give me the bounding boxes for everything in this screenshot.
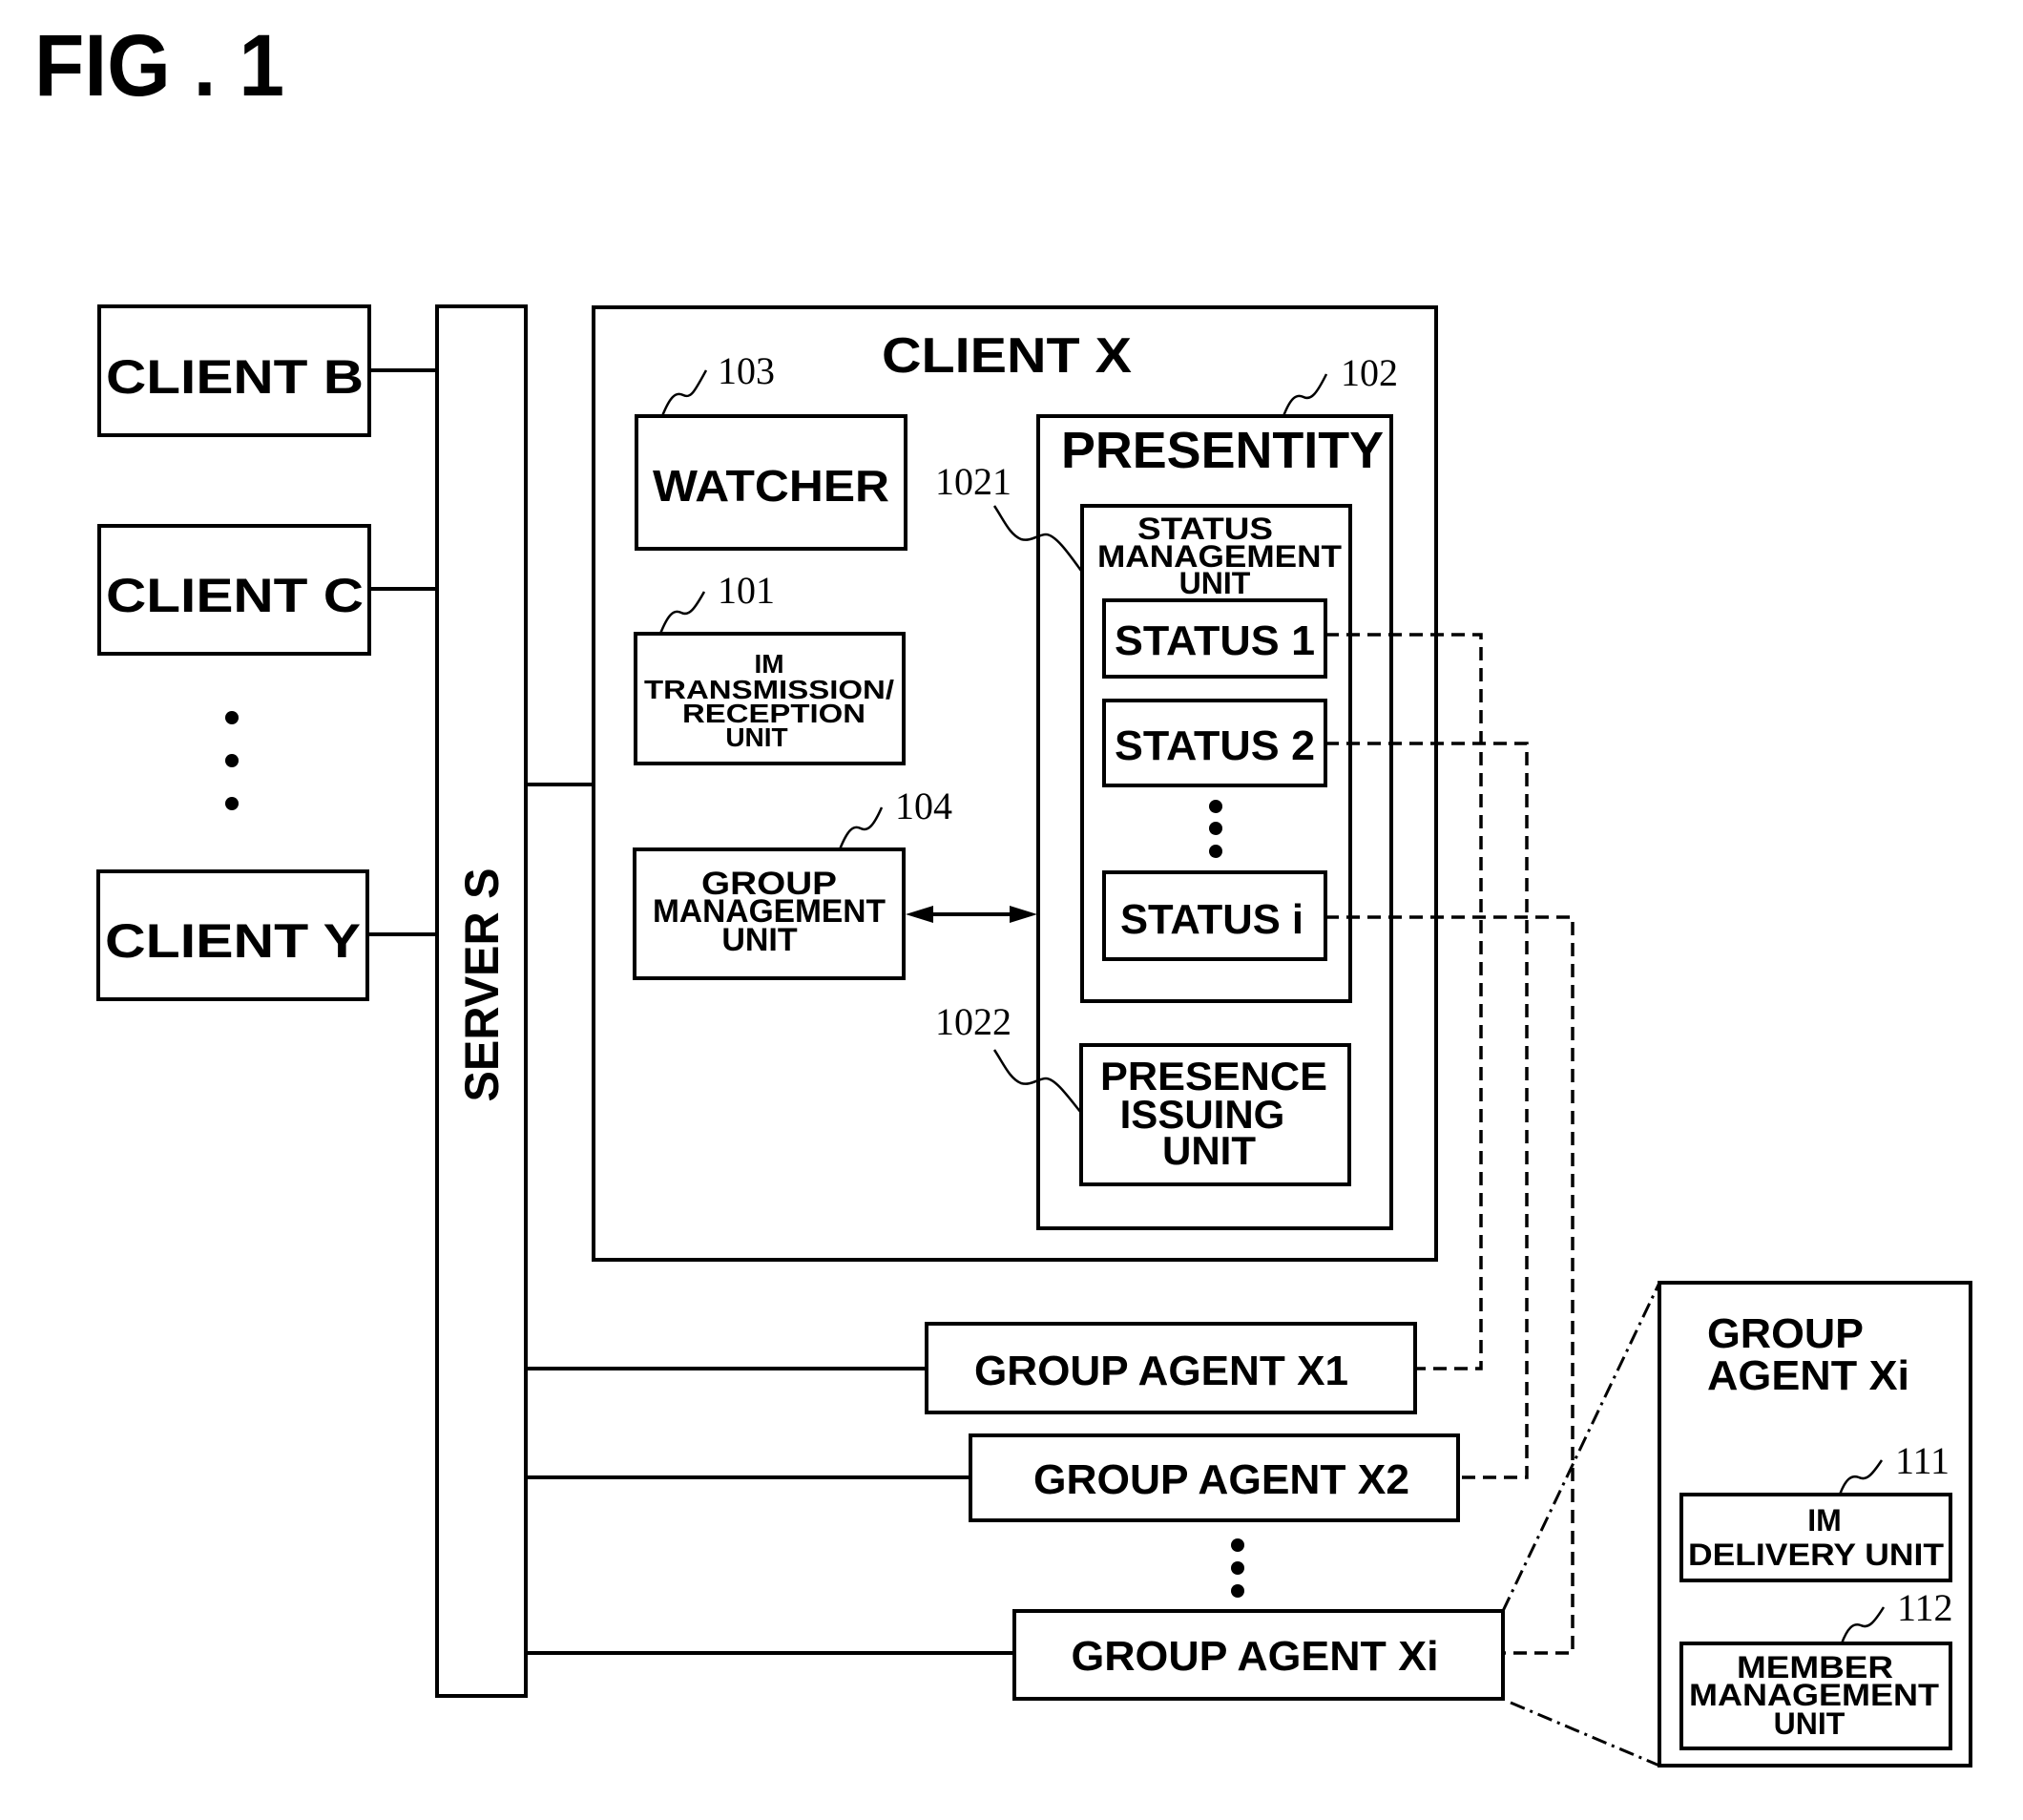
status-1-label: STATUS 1 xyxy=(1115,617,1315,664)
im-delivery-ref-number: 111 xyxy=(1895,1439,1950,1482)
member-management-unit-box: MEMBER MANAGEMENT UNIT xyxy=(1679,1642,1952,1750)
ellipsis-dot xyxy=(225,797,239,810)
im-delivery-line: IM xyxy=(1807,1503,1842,1538)
status-2-label: STATUS 2 xyxy=(1115,722,1315,769)
group-agent-x2-box: GROUP AGENT X2 xyxy=(969,1433,1460,1522)
fig1-diagram: FIG . 1 CLIENT B CLIENT C CLIENT Y SERVE… xyxy=(34,17,1972,1768)
ellipsis-dot xyxy=(1209,845,1222,858)
presentity-label: PRESENTITY xyxy=(1061,422,1384,479)
member-mgmt-ref-number: 112 xyxy=(1897,1586,1953,1629)
presence-issuing-box: PRESENCE ISSUING UNIT xyxy=(1079,1043,1351,1186)
group-agent-xi-label: GROUP AGENT Xi xyxy=(1072,1633,1439,1680)
status-i-label: STATUS i xyxy=(1120,896,1303,943)
client-b-box: CLIENT B xyxy=(97,304,371,437)
client-y-label: CLIENT Y xyxy=(105,914,361,968)
im-unit-ref-number: 101 xyxy=(718,569,775,612)
ellipsis-dot xyxy=(1209,800,1222,813)
presentity-ref-number: 102 xyxy=(1341,351,1398,394)
figure-title: FIG . 1 xyxy=(34,17,284,115)
im-delivery-unit-box: IM DELIVERY UNIT xyxy=(1679,1493,1952,1582)
detail-title-line: AGENT Xi xyxy=(1707,1352,1909,1399)
status-mgmt-ref-number: 1021 xyxy=(935,460,1012,503)
presence-issuing-ref-number: 1022 xyxy=(935,1000,1012,1043)
group-agent-x1-box: GROUP AGENT X1 xyxy=(925,1322,1417,1414)
client-c-label: CLIENT C xyxy=(106,569,364,622)
member-mgmt-line: UNIT xyxy=(1774,1706,1846,1741)
client-c-box: CLIENT C xyxy=(97,524,371,656)
client-y-box: CLIENT Y xyxy=(96,869,369,1001)
client-b-label: CLIENT B xyxy=(106,350,364,404)
group-mgmt-line: UNIT xyxy=(721,922,798,958)
ellipsis-dot xyxy=(225,754,239,767)
group-agent-x1-label: GROUP AGENT X1 xyxy=(974,1348,1348,1394)
server-s-label: SERVER S xyxy=(455,868,509,1102)
ellipsis-dot xyxy=(1231,1538,1244,1552)
group-mgmt-ref-number: 104 xyxy=(895,784,952,827)
watcher-label: WATCHER xyxy=(653,461,889,511)
group-agent-ellipsis xyxy=(1231,1538,1244,1598)
ellipsis-dot xyxy=(1209,822,1222,835)
server-s-box: SERVER S xyxy=(435,304,528,1698)
client-ellipsis xyxy=(225,711,239,810)
status-mgmt-line: UNIT xyxy=(1179,566,1251,600)
watcher-ref-number: 103 xyxy=(718,349,775,392)
client-x-label: CLIENT X xyxy=(882,328,1132,384)
group-management-box: GROUP MANAGEMENT UNIT xyxy=(633,847,906,980)
detail-title-line: GROUP xyxy=(1707,1310,1864,1357)
im-transmission-reception-box: IM TRANSMISSION/ RECEPTION UNIT xyxy=(634,632,906,765)
group-agent-xi-box: GROUP AGENT Xi xyxy=(1012,1609,1505,1701)
status-2-box: STATUS 2 xyxy=(1102,699,1327,787)
ellipsis-dot xyxy=(225,711,239,724)
ellipsis-dot xyxy=(1231,1584,1244,1598)
detail-zoom-line-bottom xyxy=(1510,1701,1660,1768)
im-delivery-line: DELIVERY UNIT xyxy=(1688,1538,1945,1572)
presence-issuing-line: UNIT xyxy=(1162,1128,1256,1173)
im-unit-line: UNIT xyxy=(725,722,787,752)
status-i-box: STATUS i xyxy=(1102,870,1327,961)
status-ellipsis xyxy=(1209,800,1222,858)
watcher-box: WATCHER xyxy=(635,414,907,551)
status-1-box: STATUS 1 xyxy=(1102,598,1327,679)
group-agent-x2-label: GROUP AGENT X2 xyxy=(1033,1456,1409,1503)
ellipsis-dot xyxy=(1231,1561,1244,1575)
